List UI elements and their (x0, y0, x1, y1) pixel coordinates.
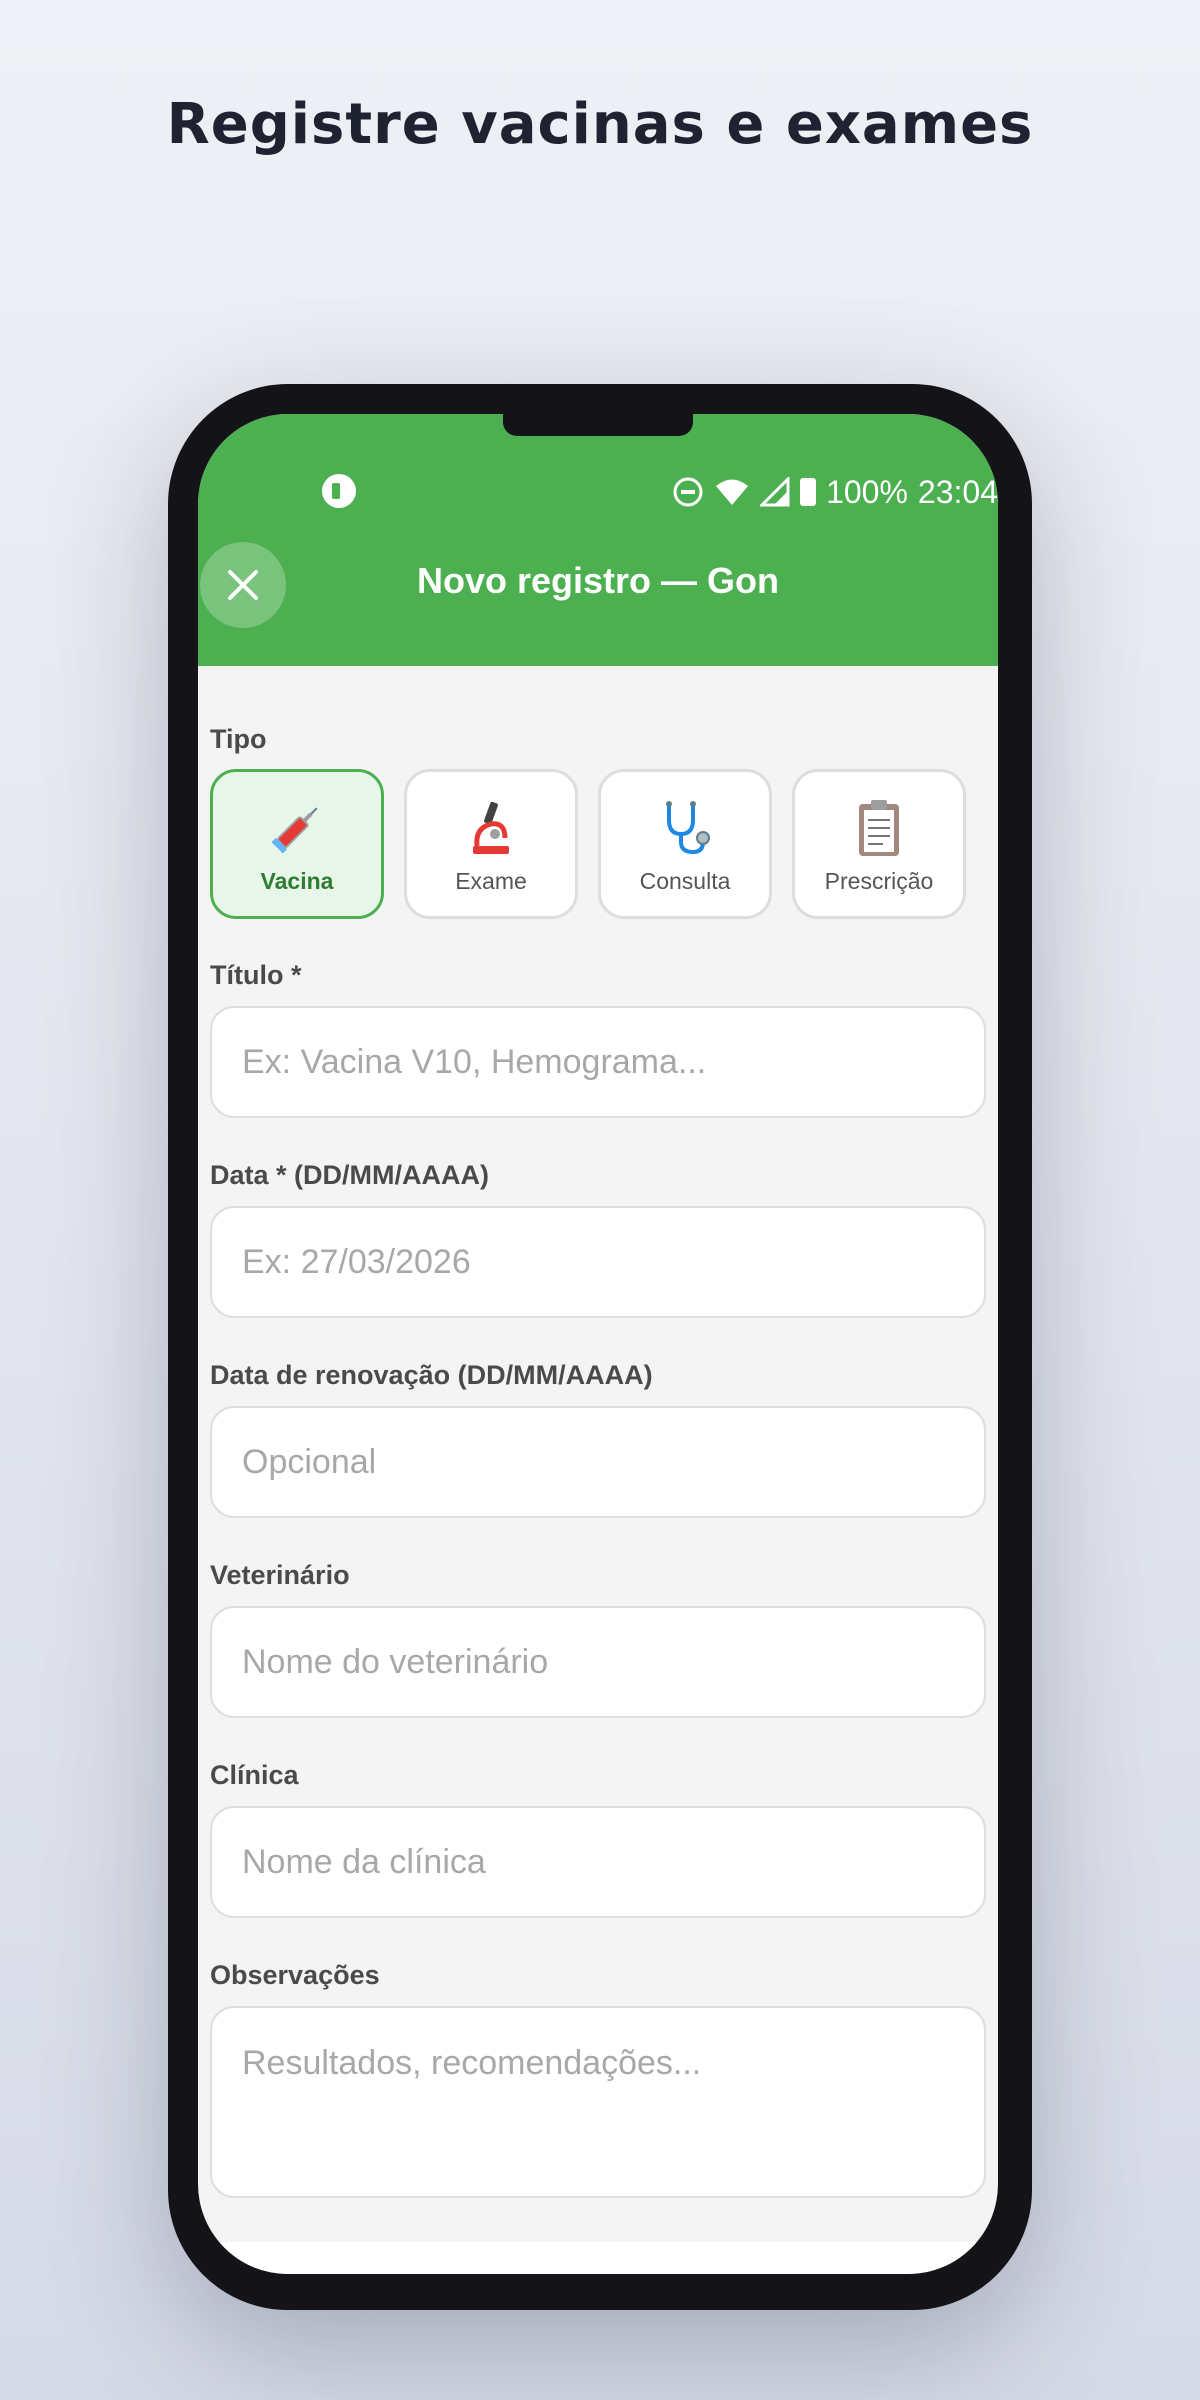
battery-percent: 100% (826, 473, 908, 510)
notes-textarea[interactable] (210, 2006, 986, 2198)
phone-notch (503, 414, 693, 436)
microscope-icon (473, 801, 509, 854)
status-bar: 100% 23:04 (672, 472, 998, 512)
do-not-disturb-icon (673, 477, 703, 507)
renewal-date-input[interactable] (210, 1406, 986, 1518)
bottom-edge (198, 2242, 998, 2274)
type-selector: Vacina Exame Consulta Prescrição (210, 769, 986, 919)
phone-screen: 100% 23:04 Novo registro — Gon Tipo Vaci… (198, 414, 998, 2274)
page-headline: Registre vacinas e exames (166, 92, 1034, 157)
clinic-input[interactable] (210, 1806, 986, 1918)
type-option-prescricao[interactable]: Prescrição (792, 769, 966, 919)
type-option-vacina[interactable]: Vacina (210, 769, 384, 919)
wifi-icon (716, 479, 749, 505)
date-label: Data * (DD/MM/AAAA) (210, 1160, 489, 1190)
stethoscope-icon (666, 801, 710, 855)
type-label-prescricao: Prescrição (824, 868, 934, 894)
app-bar: 100% 23:04 Novo registro — Gon (198, 414, 998, 666)
clipboard-icon (859, 800, 899, 856)
vet-label: Veterinário (210, 1560, 350, 1590)
phone-frame: 100% 23:04 Novo registro — Gon Tipo Vaci… (168, 384, 1032, 2310)
notes-label: Observações (210, 1960, 380, 1990)
vet-input[interactable] (210, 1606, 986, 1718)
title-label: Título * (210, 960, 302, 990)
type-label-exame: Exame (455, 868, 527, 894)
date-input[interactable] (210, 1206, 986, 1318)
type-label: Tipo (210, 724, 267, 754)
type-label-consulta: Consulta (639, 868, 731, 894)
signal-icon (760, 477, 790, 507)
clinic-label: Clínica (210, 1760, 299, 1790)
type-option-consulta[interactable]: Consulta (598, 769, 772, 919)
type-option-exame[interactable]: Exame (404, 769, 578, 919)
renewal-date-label: Data de renovação (DD/MM/AAAA) (210, 1360, 653, 1390)
app-notification-icon (322, 474, 356, 508)
battery-icon (800, 478, 817, 506)
syringe-icon (271, 807, 318, 854)
title-input[interactable] (210, 1006, 986, 1118)
screen-title: Novo registro — Gon (416, 560, 780, 601)
type-label-vacina: Vacina (260, 868, 334, 894)
status-time: 23:04 (917, 473, 998, 510)
